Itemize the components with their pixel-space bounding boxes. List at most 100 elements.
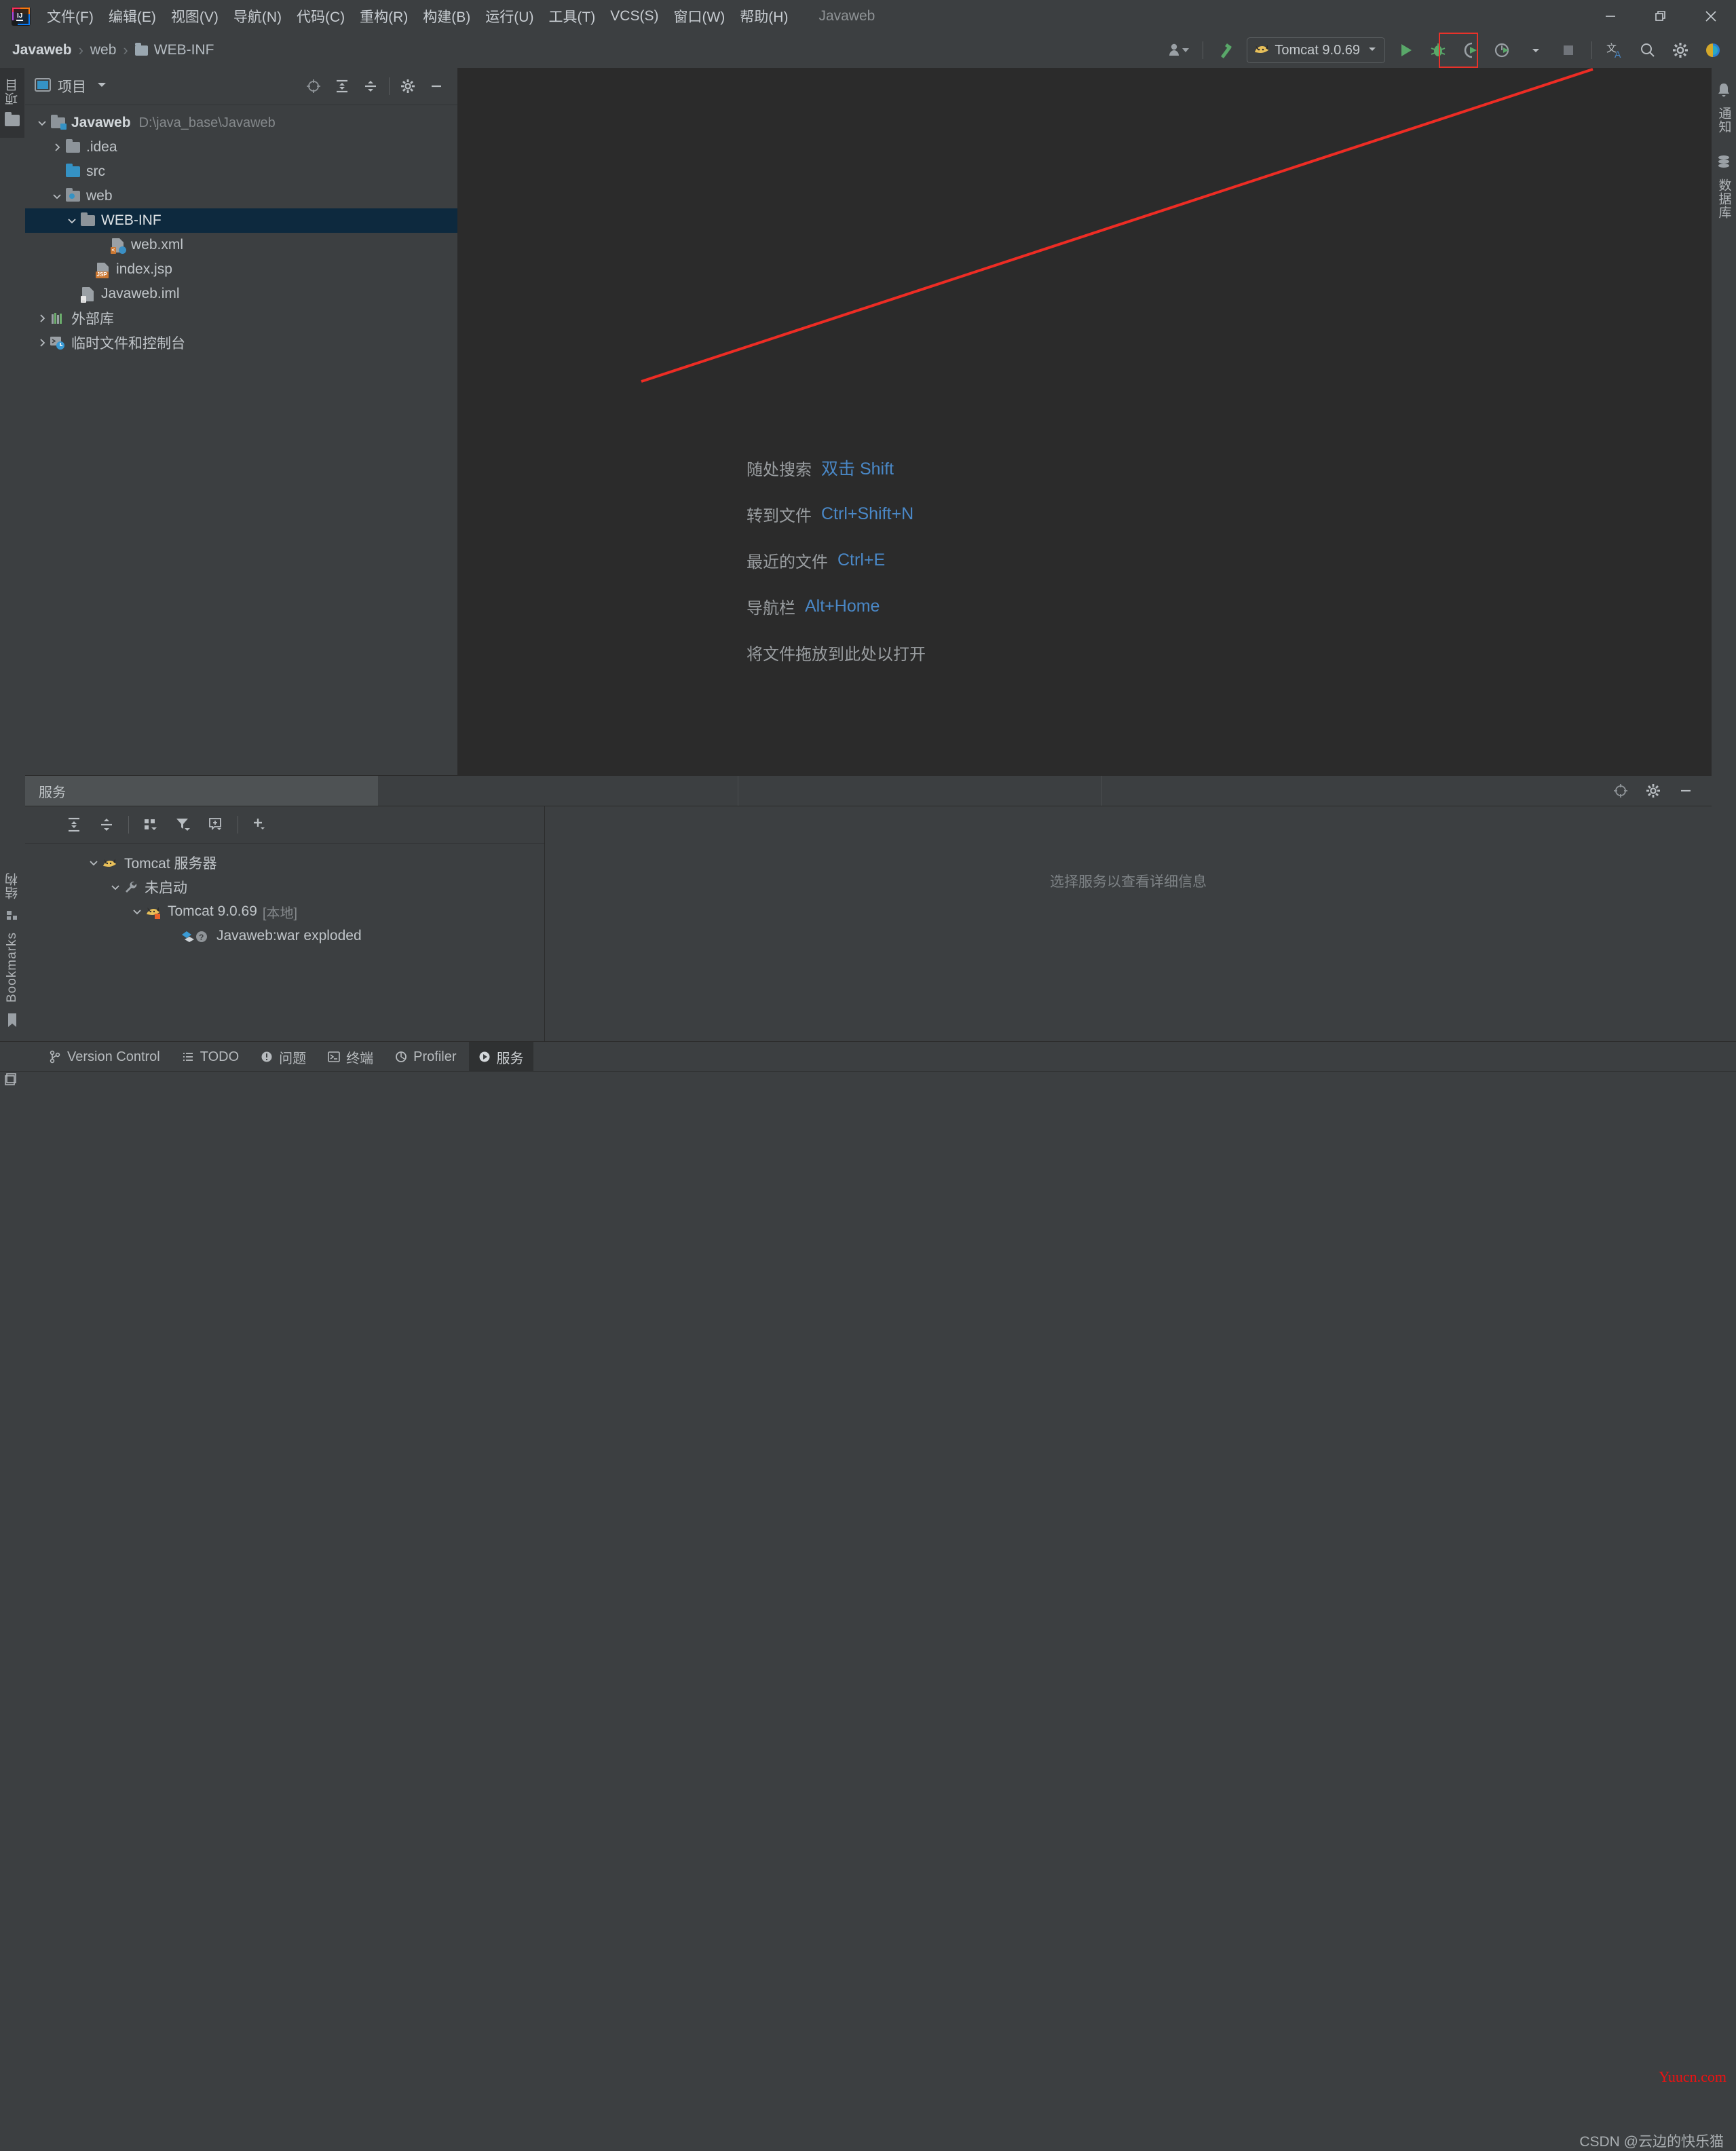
chevron-expanded-icon[interactable]: [108, 880, 123, 895]
tab-filler: [378, 776, 738, 806]
chevron-down-icon[interactable]: [1522, 36, 1550, 64]
settings-gear-icon[interactable]: [395, 73, 421, 99]
structure-icon[interactable]: [0, 904, 24, 927]
breadcrumb-item-web[interactable]: web: [90, 42, 117, 58]
menu-window[interactable]: 窗口(W): [666, 3, 732, 29]
editor-empty-area[interactable]: 随处搜索 双击 Shift 转到文件 Ctrl+Shift+N 最近的文件 Ct…: [458, 68, 1712, 775]
expand-all-icon[interactable]: [60, 811, 88, 838]
tab-services[interactable]: 服务: [25, 776, 378, 806]
locate-target-icon[interactable]: [1606, 777, 1635, 805]
chevron-down-icon[interactable]: [1367, 43, 1378, 58]
translate-icon[interactable]: 文 A: [1601, 36, 1629, 64]
notifications-bell-icon[interactable]: [1712, 77, 1736, 102]
sidebar-item-database-label: 数据库: [1716, 179, 1731, 219]
chevron-expanded-icon[interactable]: [35, 115, 50, 130]
menu-file[interactable]: 文件(F): [39, 3, 101, 29]
bookmark-icon[interactable]: [0, 1007, 24, 1033]
folder-stripe-icon[interactable]: [0, 110, 24, 131]
tree-item-web-xml[interactable]: < web.xml: [25, 233, 457, 257]
sidebar-item-notifications[interactable]: 通知: [1712, 102, 1736, 138]
filter-icon[interactable]: [170, 811, 197, 838]
layout-icon[interactable]: [4, 1072, 19, 1086]
run-button[interactable]: [1391, 36, 1420, 64]
tree-item-scratches-consoles[interactable]: 临时文件和控制台: [25, 331, 457, 355]
sidebar-item-structure[interactable]: 结构: [0, 867, 24, 904]
run-configuration-selector[interactable]: Tomcat 9.0.69: [1247, 37, 1385, 63]
status-bar: CSDN @云边的快乐猫: [0, 1071, 1736, 2150]
tool-window-profiler[interactable]: Profiler: [385, 1042, 466, 1072]
tool-window-services[interactable]: 服务: [468, 1042, 533, 1072]
sidebar-item-project[interactable]: 项目: [0, 73, 24, 110]
tree-item-javaweb[interactable]: Javaweb D:\java_base\Javaweb: [25, 111, 457, 135]
sidebar-item-bookmarks[interactable]: Bookmarks: [0, 927, 24, 1007]
menu-help[interactable]: 帮助(H): [732, 3, 795, 29]
add-tab-icon[interactable]: [202, 811, 229, 838]
sidebar-item-database[interactable]: 数据库: [1712, 174, 1736, 224]
menu-run[interactable]: 运行(U): [478, 3, 541, 29]
add-icon[interactable]: [246, 811, 273, 838]
tree-item-external-libraries[interactable]: 外部库: [25, 306, 457, 331]
chevron-down-icon[interactable]: [96, 79, 108, 94]
menu-view[interactable]: 视图(V): [164, 3, 226, 29]
menu-build[interactable]: 构建(B): [415, 3, 478, 29]
tree-item-idea[interactable]: .idea: [25, 135, 457, 160]
tree-item-src[interactable]: src: [25, 160, 457, 184]
service-item-tomcat-9069[interactable]: Tomcat 9.0.69 [本地]: [25, 899, 544, 924]
chevron-collapsed-icon[interactable]: [35, 311, 50, 326]
minimize-button[interactable]: [1585, 0, 1636, 33]
profile-button[interactable]: [1489, 36, 1517, 64]
database-icon[interactable]: [1712, 149, 1736, 174]
breadcrumb-item-web-inf[interactable]: WEB-INF: [154, 42, 214, 58]
hint-label: 随处搜索: [747, 460, 812, 479]
breadcrumb-item-project[interactable]: Javaweb: [12, 42, 72, 58]
tool-window-todo[interactable]: TODO: [172, 1042, 248, 1072]
tree-item-javaweb-iml[interactable]: _ Javaweb.iml: [25, 282, 457, 306]
menu-tools[interactable]: 工具(T): [541, 3, 603, 29]
project-tree[interactable]: Javaweb D:\java_base\Javaweb .idea src w…: [25, 105, 457, 355]
services-tree-pane: Tomcat 服务器 未启动 Tomcat 9.0.69 [本地] ? Java…: [25, 806, 545, 1042]
tool-window-problems[interactable]: 问题: [251, 1042, 316, 1072]
build-hammer-icon[interactable]: [1212, 36, 1241, 64]
expand-all-icon[interactable]: [329, 73, 355, 99]
menu-edit[interactable]: 编辑(E): [101, 3, 164, 29]
menu-navigate[interactable]: 导航(N): [226, 3, 289, 29]
service-item-tomcat-server[interactable]: Tomcat 服务器: [25, 850, 544, 875]
menu-refactor[interactable]: 重构(R): [352, 3, 415, 29]
chevron-expanded-icon[interactable]: [50, 189, 64, 204]
tree-item-index-jsp[interactable]: JSP index.jsp: [25, 257, 457, 282]
chevron-collapsed-icon[interactable]: [35, 335, 50, 350]
restore-button[interactable]: [1636, 0, 1686, 33]
chevron-expanded-icon[interactable]: [64, 213, 79, 228]
locate-target-icon[interactable]: [301, 73, 326, 99]
sidebar-item-structure-label: 结构: [5, 872, 20, 899]
tool-window-terminal[interactable]: 终端: [318, 1042, 383, 1072]
menu-code[interactable]: 代码(C): [289, 3, 352, 29]
tool-window-label: Profiler: [413, 1049, 457, 1064]
chevron-collapsed-icon[interactable]: [50, 140, 64, 155]
service-item-not-started[interactable]: 未启动: [25, 875, 544, 899]
search-everywhere-icon[interactable]: [1634, 36, 1662, 64]
tree-item-path: D:\java_base\Javaweb: [138, 115, 276, 130]
chevron-expanded-icon[interactable]: [130, 904, 145, 919]
service-item-javaweb-war-exploded[interactable]: ? Javaweb:war exploded: [25, 924, 544, 948]
run-button-annotation-box: [1439, 33, 1478, 68]
hide-panel-icon[interactable]: [423, 73, 449, 99]
menu-vcs[interactable]: VCS(S): [603, 5, 666, 27]
collapse-all-icon[interactable]: [93, 811, 120, 838]
tool-window-label: TODO: [200, 1049, 240, 1064]
tool-window-version-control[interactable]: Version Control: [39, 1042, 170, 1072]
settings-gear-icon[interactable]: [1639, 777, 1667, 805]
group-by-icon[interactable]: [137, 811, 164, 838]
hint-label: 将文件拖放到此处以打开: [747, 645, 926, 664]
services-tree[interactable]: Tomcat 服务器 未启动 Tomcat 9.0.69 [本地] ? Java…: [25, 844, 544, 948]
hide-panel-icon[interactable]: [1672, 777, 1700, 805]
left-tool-window-stripe: 项目 结构 Bookmarks: [0, 68, 26, 1041]
close-button[interactable]: [1686, 0, 1736, 33]
tree-item-web-inf[interactable]: WEB-INF: [25, 208, 457, 233]
chevron-expanded-icon[interactable]: [86, 855, 101, 870]
settings-gear-icon[interactable]: [1666, 36, 1695, 64]
tree-item-web[interactable]: web: [25, 184, 457, 208]
account-icon[interactable]: [1165, 36, 1194, 64]
ide-feature-icon[interactable]: [1699, 36, 1727, 64]
collapse-all-icon[interactable]: [358, 73, 383, 99]
